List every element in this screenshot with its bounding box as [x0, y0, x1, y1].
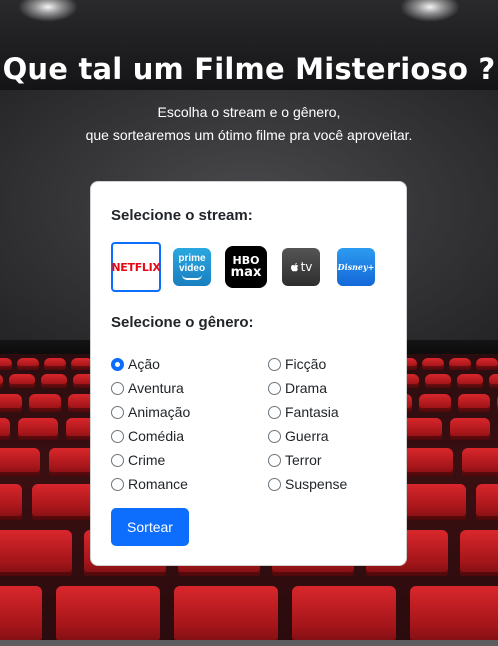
selection-card: Selecione o stream: NETFLIX prime video …: [90, 181, 407, 566]
genre-label: Selecione o gênero:: [111, 314, 254, 331]
radio-button[interactable]: [268, 453, 281, 467]
seat: [458, 394, 490, 412]
radio-button[interactable]: [111, 477, 124, 491]
seat: [0, 374, 3, 388]
subtitle-line-1: Escolha o stream e o gênero,: [157, 104, 341, 120]
radio-button[interactable]: [111, 381, 124, 395]
seat: [0, 394, 22, 412]
seat: [476, 484, 498, 520]
genre-option-guerra[interactable]: Guerra: [268, 424, 347, 448]
seat: [44, 358, 66, 370]
genre-option-label: Animação: [128, 404, 191, 420]
stream-apple-tv-button[interactable]: tv: [282, 248, 320, 286]
genre-option-drama[interactable]: Drama: [268, 376, 347, 400]
genre-option-label: Romance: [128, 476, 188, 492]
radio-button[interactable]: [268, 381, 281, 395]
genre-option-terror[interactable]: Terror: [268, 448, 347, 472]
radio-button[interactable]: [268, 405, 281, 419]
page-title: Que tal um Filme Misterioso ?: [2, 52, 496, 86]
seat: [32, 484, 96, 520]
floor-bar: [0, 640, 498, 646]
radio-button[interactable]: [111, 405, 124, 419]
genre-option-acao[interactable]: Ação: [111, 352, 190, 376]
seat: [449, 358, 471, 370]
seat: [41, 374, 67, 388]
genre-option-ficcao[interactable]: Ficção: [268, 352, 347, 376]
seat: [410, 586, 498, 644]
seat: [0, 484, 22, 520]
genre-option-label: Drama: [285, 380, 328, 396]
seat: [489, 374, 498, 388]
genre-option-animacao[interactable]: Animação: [111, 400, 190, 424]
genre-option-label: Aventura: [128, 380, 184, 396]
radio-button[interactable]: [111, 429, 124, 443]
radio-button[interactable]: [111, 357, 124, 371]
seat: [17, 358, 39, 370]
radio-button[interactable]: [111, 453, 124, 467]
stream-disney-plus-button[interactable]: Disney+: [337, 248, 375, 286]
genre-option-label: Crime: [128, 452, 166, 468]
seat: [460, 530, 498, 576]
genre-option-aventura[interactable]: Aventura: [111, 376, 190, 400]
seat: [476, 358, 498, 370]
apple-tv-text: tv: [300, 260, 313, 274]
genre-option-label: Terror: [285, 452, 322, 468]
radio-button[interactable]: [268, 429, 281, 443]
stream-hbo-max-button[interactable]: HBO max: [225, 246, 267, 288]
seat: [29, 394, 61, 412]
max-logo-text: max: [230, 265, 262, 280]
seat: [292, 586, 396, 644]
seat: [402, 418, 442, 440]
subtitle-line-2: que sortearemos um ótimo filme pra você …: [85, 127, 413, 143]
netflix-logo-icon: NETFLIX: [111, 260, 161, 274]
prime-smile-icon: [182, 275, 202, 280]
disney-logo-icon: Disney+: [337, 262, 375, 272]
seat: [18, 418, 58, 440]
seat: [0, 358, 12, 370]
seat: [0, 586, 42, 644]
seat: [425, 374, 451, 388]
draw-movie-button[interactable]: Sortear: [111, 508, 189, 546]
genre-option-romance[interactable]: Romance: [111, 472, 190, 496]
genre-option-label: Ficção: [285, 356, 327, 372]
genre-option-suspense[interactable]: Suspense: [268, 472, 347, 496]
genre-option-label: Ação: [128, 356, 160, 372]
seat: [457, 374, 483, 388]
seat: [174, 586, 278, 644]
prime-logo-text-2: video: [178, 263, 206, 274]
seat: [419, 394, 451, 412]
radio-button[interactable]: [268, 477, 281, 491]
stream-label: Selecione o stream:: [111, 207, 253, 224]
seat: [0, 448, 40, 476]
genre-option-label: Comédia: [128, 428, 185, 444]
page-subtitle: Escolha o stream e o gênero, que sortear…: [0, 101, 498, 147]
seat: [462, 448, 498, 476]
seat: [403, 448, 453, 476]
seat: [9, 374, 35, 388]
seat: [56, 586, 160, 644]
seat: [0, 418, 10, 440]
apple-icon: [290, 262, 298, 271]
genre-column-left: Ação Aventura Animação Comédia Crime Rom…: [111, 352, 190, 496]
seat-row: [0, 586, 498, 644]
genre-option-crime[interactable]: Crime: [111, 448, 190, 472]
stream-netflix-button[interactable]: NETFLIX: [111, 242, 161, 292]
genre-option-label: Suspense: [285, 476, 348, 492]
genre-option-label: Fantasia: [285, 404, 339, 420]
seat: [0, 530, 72, 576]
genre-option-fantasia[interactable]: Fantasia: [268, 400, 347, 424]
genre-option-label: Guerra: [285, 428, 329, 444]
radio-button[interactable]: [268, 357, 281, 371]
seat: [402, 484, 466, 520]
genre-column-right: Ficção Drama Fantasia Guerra Terror Susp…: [268, 352, 347, 496]
seat: [450, 418, 490, 440]
stream-prime-video-button[interactable]: prime video: [173, 248, 211, 286]
genre-option-comedia[interactable]: Comédia: [111, 424, 190, 448]
seat: [422, 358, 444, 370]
